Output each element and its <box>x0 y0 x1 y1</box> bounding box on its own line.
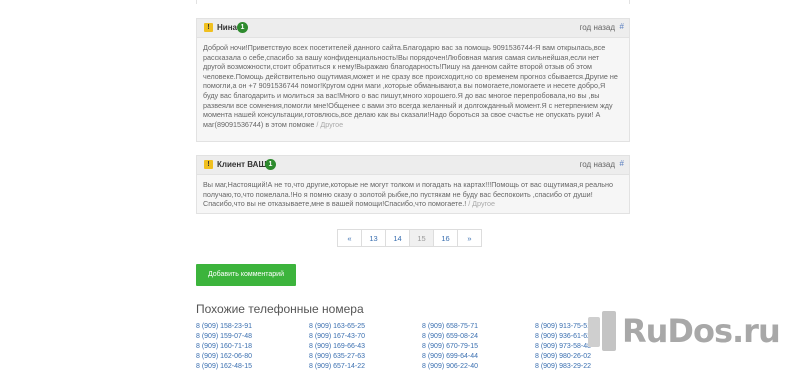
phone-link[interactable]: 8 (909) 699-64-44 <box>422 352 532 362</box>
phone-link[interactable]: 8 (909) 160-71-18 <box>196 342 306 352</box>
similar-numbers-title: Похожие телефонные номера <box>196 302 364 316</box>
phone-link[interactable]: 8 (909) 167-43-70 <box>309 332 419 342</box>
phone-link[interactable]: 8 (909) 162-06-80 <box>196 352 306 362</box>
phone-link[interactable]: 8 (909) 658-75-71 <box>422 322 532 332</box>
comment-text: Вы маг,Настоящий!А не то,что другие,кото… <box>203 180 613 209</box>
comment-time: год назад <box>579 23 615 32</box>
phone-link[interactable]: 8 (909) 163-65-25 <box>309 322 419 332</box>
comment-author: Клиент ВАШ! <box>217 160 270 169</box>
watermark: RuDos.ru <box>588 305 781 357</box>
watermark-text: RuDos.ru <box>622 312 781 350</box>
comment-author: Нина <box>217 23 237 32</box>
comment-body: Вы маг,Настоящий!А не то,что другие,кото… <box>197 175 629 215</box>
phone-column: 8 (909) 658-75-71 8 (909) 659-08-24 8 (9… <box>422 322 532 372</box>
comment-body: Доброй ночи!Приветствую всех посетителей… <box>197 38 629 135</box>
comment-category[interactable]: / Другое <box>316 120 343 129</box>
rating-badge: 1 <box>237 22 248 33</box>
watermark-logo-icon <box>588 311 618 351</box>
phone-column: 8 (909) 158-23-91 8 (909) 159-07-48 8 (9… <box>196 322 306 372</box>
warning-icon: ! <box>204 23 213 32</box>
pagination: « 13 14 15 16 » <box>337 229 482 247</box>
pagination-page[interactable]: 16 <box>433 229 458 247</box>
pagination-page[interactable]: 13 <box>361 229 386 247</box>
comment-permalink[interactable]: # <box>620 22 624 31</box>
warning-icon: ! <box>204 160 213 169</box>
comment-header: ! Нина 1 год назад # <box>197 19 629 38</box>
previous-comment-edge <box>196 0 630 4</box>
pagination-prev[interactable]: « <box>337 229 362 247</box>
pagination-page-current: 15 <box>409 229 434 247</box>
phone-link[interactable]: 8 (909) 670-79-15 <box>422 342 532 352</box>
phone-link[interactable]: 8 (909) 158-23-91 <box>196 322 306 332</box>
pagination-page[interactable]: 14 <box>385 229 410 247</box>
add-comment-button[interactable]: Добавить комментарий <box>196 264 296 286</box>
phone-column: 8 (909) 163-65-25 8 (909) 167-43-70 8 (9… <box>309 322 419 372</box>
phone-link[interactable]: 8 (909) 635-27-63 <box>309 352 419 362</box>
comment-card: ! Клиент ВАШ! 1 год назад # Вы маг,Насто… <box>196 155 630 214</box>
comment-header: ! Клиент ВАШ! 1 год назад # <box>197 156 629 175</box>
comment-time: год назад <box>579 160 615 169</box>
rating-badge: 1 <box>265 159 276 170</box>
comment-category[interactable]: / Другое <box>468 199 495 208</box>
pagination-next[interactable]: » <box>457 229 482 247</box>
phone-link[interactable]: 8 (909) 169-66-43 <box>309 342 419 352</box>
phone-link[interactable]: 8 (909) 659-08-24 <box>422 332 532 342</box>
comment-permalink[interactable]: # <box>620 159 624 168</box>
comment-card: ! Нина 1 год назад # Доброй ночи!Приветс… <box>196 18 630 142</box>
comment-text: Доброй ночи!Приветствую всех посетителей… <box>203 43 618 129</box>
phone-link[interactable]: 8 (909) 159-07-48 <box>196 332 306 342</box>
